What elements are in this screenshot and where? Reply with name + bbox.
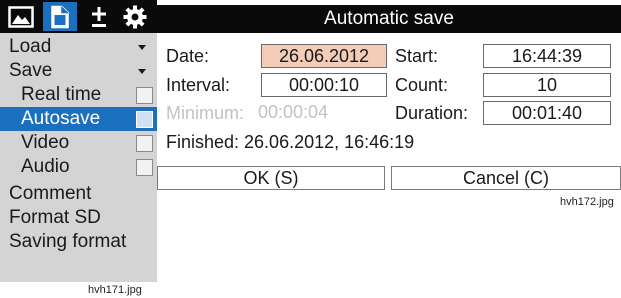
menu-item-comment[interactable]: Comment — [0, 182, 157, 206]
audio-checkbox[interactable] — [136, 159, 153, 176]
dialog-title: Automatic save — [157, 5, 621, 33]
plus-minus-tool-button[interactable] — [82, 2, 116, 31]
menu-item-autosave[interactable]: Autosave — [0, 107, 157, 131]
document-tool-button[interactable] — [43, 2, 77, 31]
menu-item-label: Comment — [9, 183, 92, 204]
interval-field[interactable]: 00:00:10 — [261, 73, 387, 97]
date-label: Date: — [166, 46, 210, 66]
toolbar — [0, 0, 157, 33]
chevron-down-icon — [138, 45, 146, 50]
chevron-down-icon — [138, 69, 146, 74]
ok-button[interactable]: OK (S) — [157, 166, 385, 190]
image-icon — [8, 5, 34, 28]
count-label: Count: — [395, 75, 449, 95]
menu-item-label: Load — [9, 36, 52, 57]
duration-field[interactable]: 00:01:40 — [483, 101, 611, 125]
image-caption-left: hvh171.jpg — [88, 284, 142, 296]
menu-item-label: Format SD — [9, 207, 101, 228]
menu-item-label: Video — [21, 132, 70, 153]
realtime-checkbox[interactable] — [136, 87, 153, 104]
duration-label: Duration: — [395, 103, 469, 123]
date-field[interactable]: 26.06.2012 — [261, 44, 387, 68]
menu-item-label: Audio — [21, 156, 70, 177]
menu-item-load[interactable]: Load — [0, 35, 157, 59]
menu-item-save[interactable]: Save — [0, 59, 157, 83]
menu-item-label: Real time — [21, 84, 102, 105]
image-tool-button[interactable] — [4, 2, 38, 31]
menu: Load Save Real time Autosave Video Audio… — [0, 35, 157, 254]
interval-label: Interval: — [166, 75, 231, 95]
plus-minus-icon — [92, 6, 106, 27]
menu-item-saving-format[interactable]: Saving format — [0, 230, 157, 254]
cancel-button[interactable]: Cancel (C) — [391, 166, 621, 190]
start-field[interactable]: 16:44:39 — [483, 44, 611, 68]
menu-item-audio[interactable]: Audio — [0, 155, 157, 179]
menu-item-video[interactable]: Video — [0, 131, 157, 155]
autosave-checkbox[interactable] — [136, 111, 153, 128]
minimum-label: Minimum: — [166, 103, 245, 123]
gear-icon — [123, 5, 147, 28]
minimum-value: 00:00:04 — [258, 102, 329, 122]
menu-item-label: Autosave — [21, 108, 101, 129]
document-icon — [51, 5, 69, 28]
video-checkbox[interactable] — [136, 135, 153, 152]
finished-text: Finished: 26.06.2012, 16:46:19 — [166, 132, 415, 152]
menu-item-label: Save — [9, 60, 53, 81]
start-label: Start: — [395, 46, 439, 66]
image-caption-right: hvh172.jpg — [560, 196, 614, 208]
gear-tool-button[interactable] — [118, 2, 152, 31]
menu-item-format-sd[interactable]: Format SD — [0, 206, 157, 230]
menu-item-label: Saving format — [9, 231, 127, 252]
count-field[interactable]: 10 — [483, 73, 611, 97]
menu-item-realtime[interactable]: Real time — [0, 83, 157, 107]
left-panel: Load Save Real time Autosave Video Audio… — [0, 0, 157, 282]
